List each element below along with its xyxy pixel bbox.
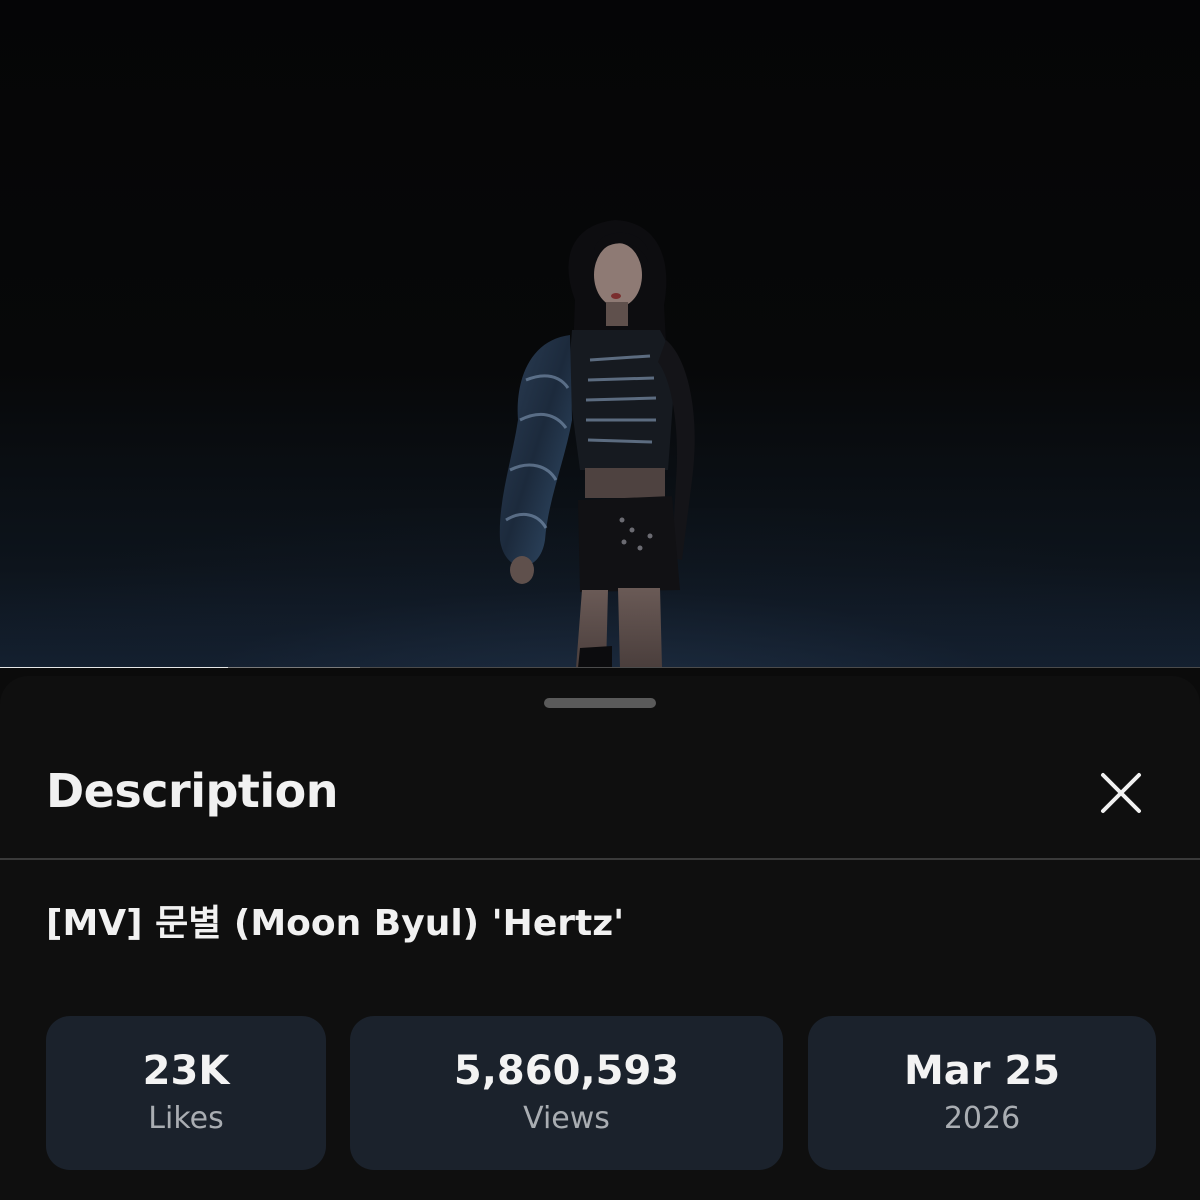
views-stat-card: 5,860,593 Views xyxy=(350,1016,783,1170)
app-root: Description [MV] 문별 (Moon Byul) 'Hertz' … xyxy=(0,0,1200,1200)
description-sheet: Description [MV] 문별 (Moon Byul) 'Hertz' … xyxy=(0,676,1200,1200)
publish-year: 2026 xyxy=(943,1101,1021,1136)
views-label: Views xyxy=(523,1101,610,1136)
progress-played xyxy=(0,667,228,668)
likes-count: 23K xyxy=(142,1048,230,1094)
views-count: 5,860,593 xyxy=(453,1048,680,1094)
sheet-title: Description xyxy=(46,764,339,818)
close-button[interactable] xyxy=(1090,762,1152,824)
sheet-drag-handle[interactable] xyxy=(544,698,656,708)
likes-label: Likes xyxy=(148,1101,224,1136)
video-progress-bar[interactable] xyxy=(0,667,1200,668)
sheet-divider xyxy=(0,858,1200,860)
video-player[interactable] xyxy=(0,0,1200,668)
likes-stat-card: 23K Likes xyxy=(46,1016,326,1170)
video-title: [MV] 문별 (Moon Byul) 'Hertz' xyxy=(46,903,625,944)
date-stat-card: Mar 25 2026 xyxy=(808,1016,1156,1170)
video-frame-performer xyxy=(499,220,695,668)
publish-date: Mar 25 xyxy=(903,1048,1061,1094)
close-icon xyxy=(1101,773,1141,813)
